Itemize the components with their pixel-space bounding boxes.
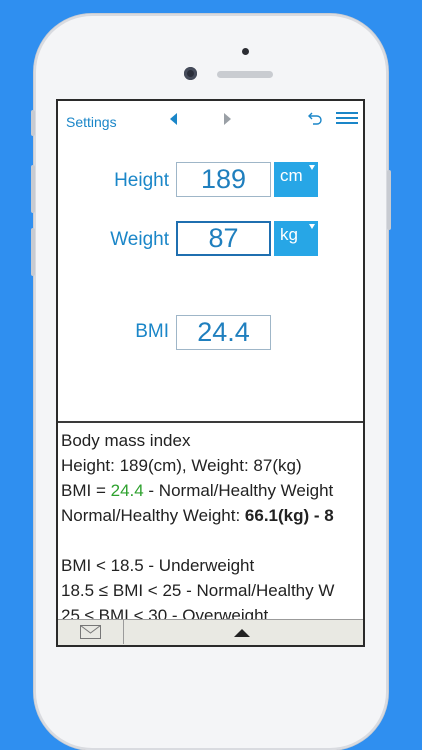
volume-down-button	[31, 228, 35, 276]
volume-up-button	[31, 165, 35, 213]
up-arrow-icon[interactable]	[234, 629, 250, 637]
weight-unit-label: kg	[280, 225, 298, 244]
app-screen: Settings Height 189 cm Weight 87 kg BMI …	[56, 99, 365, 647]
info-bmi-line: BMI = 24.4 - Normal/Healthy Weight	[61, 481, 334, 500]
chevron-down-icon	[309, 165, 315, 170]
height-unit-label: cm	[280, 166, 303, 185]
info-summary: Height: 189(cm), Weight: 87(kg)	[61, 456, 302, 475]
speaker-grille	[217, 71, 273, 78]
bmi-value-highlight: 24.4	[110, 481, 144, 500]
info-healthy-line: Normal/Healthy Weight: 66.1(kg) - 8	[61, 506, 334, 525]
height-unit-select[interactable]: cm	[274, 162, 318, 197]
weight-label: Weight	[110, 229, 169, 250]
bottom-toolbar	[58, 619, 363, 645]
bmi-output: 24.4	[176, 315, 271, 350]
menu-icon[interactable]	[336, 112, 358, 126]
settings-button[interactable]: Settings	[66, 114, 117, 130]
bmi-label: BMI	[135, 321, 169, 342]
mail-button[interactable]	[58, 620, 124, 644]
sensor	[242, 48, 249, 55]
info-range-underweight: BMI < 18.5 - Underweight	[61, 556, 255, 575]
info-title: Body mass index	[61, 431, 191, 450]
right-arrow-icon[interactable]	[224, 113, 231, 125]
section-divider	[58, 421, 363, 423]
mail-icon	[80, 625, 101, 639]
height-input[interactable]: 189	[176, 162, 271, 197]
mute-switch	[31, 110, 35, 136]
undo-icon[interactable]	[305, 110, 323, 128]
left-arrow-icon[interactable]	[170, 113, 177, 125]
chevron-down-icon	[309, 224, 315, 229]
front-camera	[184, 67, 197, 80]
info-range-normal: 18.5 ≤ BMI < 25 - Normal/Healthy W	[61, 581, 335, 600]
bmi-info-text: Body mass index Height: 189(cm), Weight:…	[61, 428, 363, 628]
weight-input[interactable]: 87	[176, 221, 271, 256]
weight-unit-select[interactable]: kg	[274, 221, 318, 256]
power-button	[387, 170, 391, 230]
height-label: Height	[114, 170, 169, 191]
top-toolbar: Settings	[58, 101, 363, 143]
